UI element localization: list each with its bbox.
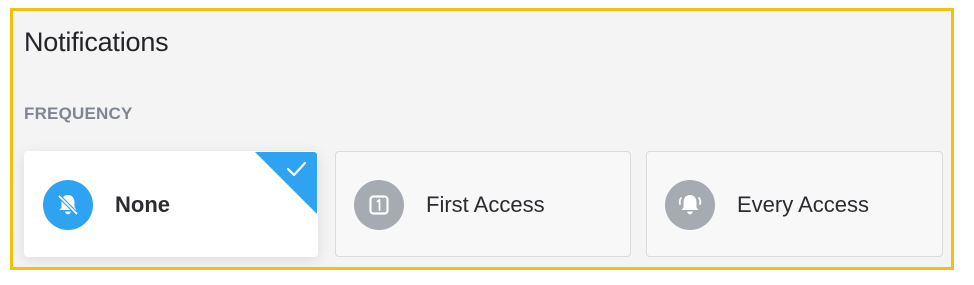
frequency-label: FREQUENCY bbox=[24, 104, 133, 123]
frequency-option-every-access[interactable]: Every Access bbox=[646, 151, 943, 257]
frequency-option-first-access[interactable]: First Access bbox=[335, 151, 631, 257]
option-label-first-access: First Access bbox=[426, 192, 545, 217]
bell-off-icon bbox=[43, 180, 93, 230]
panel-title: Notifications bbox=[24, 27, 169, 57]
number-one-icon bbox=[354, 180, 404, 230]
option-label-every-access: Every Access bbox=[737, 192, 870, 217]
frequency-option-none[interactable]: None bbox=[24, 151, 318, 257]
bell-ringing-icon bbox=[665, 180, 715, 230]
notifications-panel: Notifications FREQUENCY None First Acces… bbox=[10, 8, 954, 270]
option-label-none: None bbox=[115, 192, 170, 217]
selected-check-icon bbox=[255, 152, 317, 214]
